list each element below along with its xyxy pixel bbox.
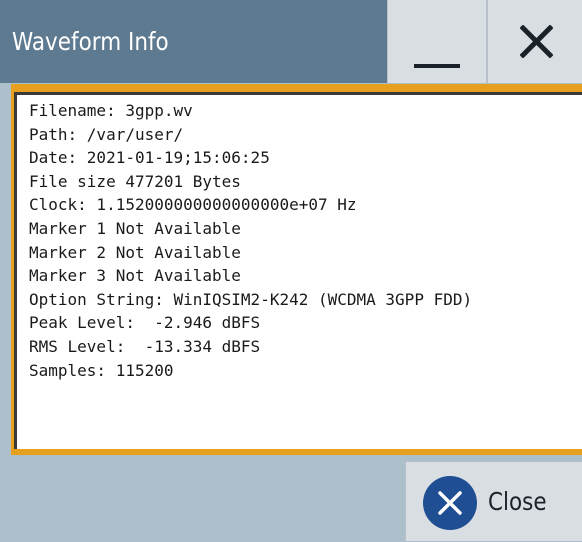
info-line-rms-level: RMS Level: -13.334 dBFS — [29, 336, 261, 356]
info-line-date: Date: 2021-01-19;15:06:25 — [29, 148, 270, 168]
close-icon — [520, 25, 553, 58]
close-button-label: Close — [488, 487, 547, 516]
info-line-path: Path: /var/user/ — [29, 124, 184, 144]
info-line-marker-3: Marker 3 Not Available — [29, 266, 241, 286]
minimize-button[interactable] — [387, 0, 486, 83]
info-line-samples: Samples: 115200 — [29, 360, 174, 380]
info-line-peak-level: Peak Level: -2.946 dBFS — [29, 313, 261, 333]
close-window-button[interactable] — [486, 0, 582, 83]
info-line-filename: Filename: 3gpp.wv — [29, 101, 193, 120]
minimize-icon — [414, 64, 460, 68]
title-bar: Waveform Info — [0, 0, 582, 83]
info-text-area[interactable]: Filename: 3gpp.wv Path: /var/user/ Date:… — [14, 92, 582, 449]
info-line-marker-2: Marker 2 Not Available — [29, 242, 241, 262]
info-line-option-string: Option String: WinIQSIM2-K242 (WCDMA 3GP… — [29, 289, 473, 309]
info-line-marker-1: Marker 1 Not Available — [29, 218, 241, 238]
info-line-file-size: File size 477201 Bytes — [29, 171, 241, 191]
info-line-clock: Clock: 1.152000000000000000e+07 Hz — [29, 195, 357, 215]
close-button[interactable]: Close — [405, 461, 582, 541]
window-title: Waveform Info — [12, 27, 169, 56]
info-lines: Filename: 3gpp.wv Path: /var/user/ Date:… — [29, 99, 472, 382]
close-circle-icon — [423, 476, 477, 530]
